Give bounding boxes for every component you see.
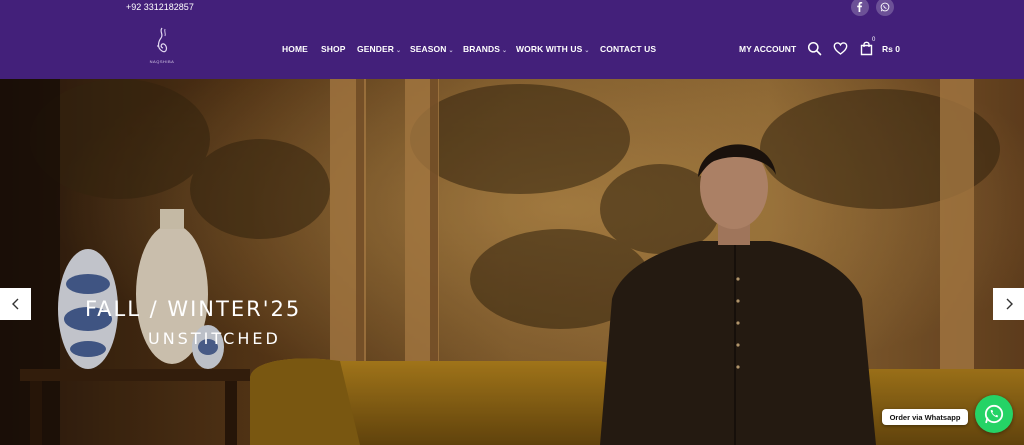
nav-shop-label: SHOP	[321, 44, 346, 54]
main-header: NAQSHIBA HOME SHOP GENDER ⌄ SEASON ⌄ BRAND…	[0, 16, 1024, 79]
nav-gender-label: GENDER	[357, 44, 394, 54]
nav-brands[interactable]: BRANDS ⌄	[463, 44, 507, 54]
whatsapp-icon[interactable]	[876, 0, 894, 16]
nav-shop[interactable]: SHOP	[321, 44, 346, 54]
top-bar: +92 3312182857	[0, 0, 1024, 16]
chevron-down-icon: ⌄	[448, 48, 454, 54]
nav-contact-us[interactable]: CONTACT US	[600, 44, 656, 54]
nav-work-with-us-label: WORK WITH US	[516, 44, 583, 54]
nav-brands-label: BRANDS	[463, 44, 500, 54]
hero-slider: FALL / WINTER'25 UNSTITCHED	[0, 79, 1024, 445]
nav-season[interactable]: SEASON ⌄	[410, 44, 454, 54]
logo[interactable]: NAQSHIBA	[144, 26, 180, 70]
whatsapp-icon	[984, 404, 1004, 424]
nav-home-label: HOME	[282, 44, 308, 54]
slider-next-button[interactable]	[993, 288, 1024, 320]
chevron-down-icon: ⌄	[501, 48, 508, 54]
phone-number[interactable]: +92 3312182857	[126, 2, 194, 12]
nav-season-label: SEASON	[410, 44, 447, 54]
cart-bag-icon[interactable]	[859, 41, 874, 56]
nav-home[interactable]: HOME	[282, 44, 308, 54]
nav-gender[interactable]: GENDER ⌄	[357, 44, 401, 54]
my-account-link[interactable]: MY ACCOUNT	[739, 44, 796, 54]
wishlist-heart-icon[interactable]	[833, 41, 848, 56]
hero-subtitle: UNSTITCHED	[148, 329, 281, 348]
cart-total[interactable]: Rs 0	[882, 44, 900, 54]
slider-prev-button[interactable]	[0, 288, 31, 320]
hero-image	[0, 79, 1024, 445]
nav-contact-us-label: CONTACT US	[600, 44, 657, 54]
search-icon[interactable]	[807, 41, 822, 56]
chevron-down-icon: ⌄	[395, 48, 402, 54]
facebook-icon[interactable]	[851, 0, 869, 16]
whatsapp-float-button[interactable]	[975, 395, 1013, 433]
hero-title: FALL / WINTER'25	[85, 297, 302, 321]
logo-mark-icon	[157, 27, 168, 53]
logo-text: NAQSHIBA	[149, 59, 175, 64]
nav-work-with-us[interactable]: WORK WITH US ⌄	[516, 44, 590, 54]
order-via-whatsapp-button[interactable]: Order via Whatsapp	[882, 409, 968, 425]
chevron-right-icon	[1006, 298, 1013, 310]
chevron-left-icon	[11, 298, 18, 310]
chevron-down-icon: ⌄	[584, 48, 590, 54]
cart-count-badge: 0	[872, 37, 876, 43]
